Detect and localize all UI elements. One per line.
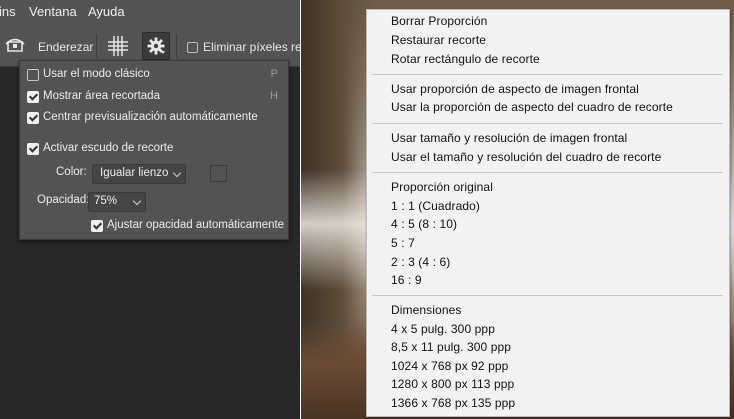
menu-item-rotate-crop-box[interactable]: Rotar rectángulo de recorte (391, 52, 540, 66)
menu-separator (372, 123, 723, 124)
delete-pixels-checkbox[interactable] (187, 42, 198, 53)
menu-item-reset-crop[interactable]: Restaurar recorte (391, 33, 486, 47)
grid-overlay-icon[interactable] (108, 36, 128, 56)
menu-item-clear-ratio[interactable]: Borrar Proporción (391, 14, 487, 28)
menu-plugins[interactable]: ins (0, 4, 16, 19)
delete-pixels-label: Eliminar píxeles reco (203, 40, 300, 54)
menu-item-dimensions[interactable]: Dimensiones (391, 303, 461, 317)
classic-mode-option[interactable]: Usar el modo clásico P (20, 66, 288, 84)
menu-separator (372, 172, 723, 173)
crop-context-menu: Borrar Proporción Restaurar recorte Rota… (366, 9, 730, 417)
opacity-select-value: 75% (94, 195, 118, 207)
crop-shield-option[interactable]: Activar escudo de recorte (20, 140, 288, 158)
menu-item-crop-box-ratio[interactable]: Usar la proporción de aspecto del cuadro… (391, 100, 673, 114)
menu-item-dim-4x5[interactable]: 4 x 5 pulg. 300 ppp (391, 322, 495, 336)
menu-bar: ins Ventana Ayuda (0, 0, 300, 24)
auto-center-preview-checkbox[interactable] (27, 112, 39, 124)
auto-center-preview-option[interactable]: Centrar previsualización automáticamente (20, 109, 288, 127)
menu-item-ratio-2-3[interactable]: 2 : 3 (4 : 6) (391, 255, 450, 269)
photoshop-panel: ins Ventana Ayuda Enderezar Eliminar píx… (0, 0, 300, 419)
auto-opacity-option[interactable]: Ajustar opacidad automáticamente (20, 217, 288, 235)
menu-item-ratio-5-7[interactable]: 5 : 7 (391, 236, 415, 250)
show-cropped-area-option[interactable]: Mostrar área recortada H (20, 88, 288, 106)
classic-mode-label: Usar el modo clásico (43, 68, 150, 80)
divider (176, 34, 177, 58)
show-cropped-area-shortcut: H (270, 90, 278, 102)
chevron-down-icon (132, 196, 142, 206)
menu-item-original-ratio[interactable]: Proporción original (391, 180, 493, 194)
opacity-label: Opacidad: (37, 194, 90, 206)
color-select-value: Igualar lienzo (100, 167, 169, 179)
color-label: Color: (56, 166, 87, 178)
menu-ayuda[interactable]: Ayuda (88, 4, 125, 19)
crop-shield-label: Activar escudo de recorte (43, 142, 174, 154)
menu-item-dim-1280x800[interactable]: 1280 x 800 px 113 ppp (391, 377, 514, 391)
menu-separator (372, 74, 723, 75)
show-cropped-area-checkbox[interactable] (27, 91, 39, 103)
straighten-button[interactable]: Enderezar (38, 40, 93, 54)
color-swatch[interactable] (210, 165, 227, 182)
crop-settings-dropdown: Usar el modo clásico P Mostrar área reco… (19, 60, 289, 240)
auto-opacity-label: Ajustar opacidad automáticamente (107, 219, 285, 231)
divider (96, 34, 97, 58)
menu-ventana[interactable]: Ventana (29, 4, 77, 19)
menu-item-ratio-16-9[interactable]: 16 : 9 (391, 273, 422, 287)
crop-shield-checkbox[interactable] (27, 143, 39, 155)
crop-settings-button[interactable] (142, 32, 170, 60)
menu-item-dim-8-5x11[interactable]: 8,5 x 11 pulg. 300 ppp (391, 340, 511, 354)
menu-item-dim-1024x768[interactable]: 1024 x 768 px 92 ppp (391, 359, 508, 373)
menu-item-front-image-size[interactable]: Usar tamaño y resolución de imagen front… (391, 131, 627, 145)
auto-opacity-checkbox[interactable] (91, 220, 103, 232)
menu-item-front-image-ratio[interactable]: Usar proporción de aspecto de imagen fro… (391, 82, 639, 96)
classic-mode-shortcut: P (270, 68, 278, 80)
opacity-select[interactable]: 75% (88, 192, 146, 212)
chevron-down-icon (161, 51, 165, 54)
menu-item-crop-box-size[interactable]: Usar el tamaño y resolución del cuadro d… (391, 150, 661, 164)
classic-mode-checkbox[interactable] (27, 69, 39, 81)
show-cropped-area-label: Mostrar área recortada (43, 90, 160, 102)
auto-center-preview-label: Centrar previsualización automáticamente (43, 111, 258, 123)
menu-item-dim-1366x768[interactable]: 1366 x 768 px 135 ppp (391, 396, 515, 410)
color-select[interactable]: Igualar lienzo (92, 164, 186, 184)
straighten-icon[interactable] (5, 35, 25, 53)
menu-item-ratio-1-1[interactable]: 1 : 1 (Cuadrado) (391, 199, 480, 213)
menu-separator (372, 295, 723, 296)
chevron-down-icon (172, 168, 182, 178)
menu-item-ratio-4-5[interactable]: 4 : 5 (8 : 10) (391, 217, 457, 231)
